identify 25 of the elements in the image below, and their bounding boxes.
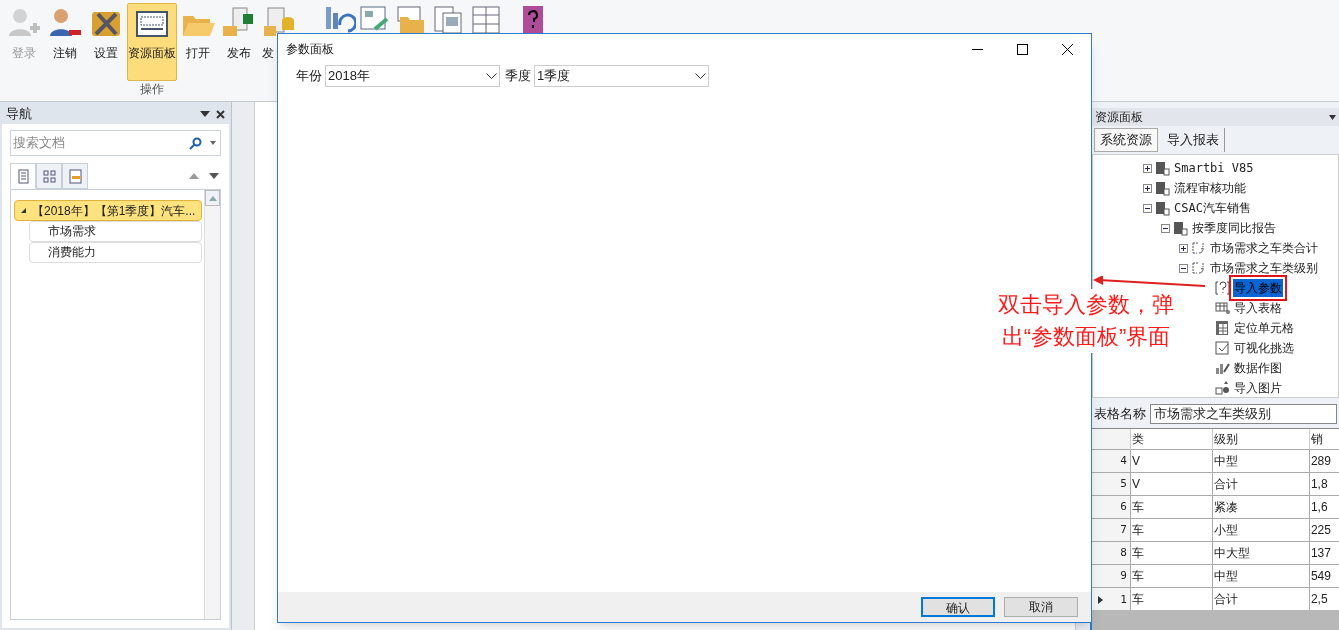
table-cell: 549 xyxy=(1309,564,1339,587)
table-cell: 225 xyxy=(1309,518,1339,541)
table-cell: 中型 xyxy=(1212,564,1310,587)
table-cell: V xyxy=(1130,472,1213,495)
field-label: 季度 xyxy=(504,67,532,86)
panel-title: 资源面板 xyxy=(1095,109,1143,126)
table-cell: 137 xyxy=(1309,541,1339,564)
table-cell: 车 xyxy=(1130,518,1213,541)
window-title: 参数面板 xyxy=(286,41,335,58)
group-label: 操作 xyxy=(140,82,164,96)
table-cell: 1,6 xyxy=(1309,495,1339,518)
field-label: 年份 xyxy=(295,67,323,86)
field-label: 表格名称 xyxy=(1094,405,1146,424)
table-cell: V xyxy=(1130,449,1213,472)
table-cell: 车 xyxy=(1130,495,1213,518)
panel-title: 导航 xyxy=(6,105,32,124)
table-cell: 小型 xyxy=(1212,518,1310,541)
table-cell: 中型 xyxy=(1212,449,1310,472)
table-cell: 紧凑 xyxy=(1212,495,1310,518)
table-cell: 1,8 xyxy=(1309,472,1339,495)
table-cell: 289 xyxy=(1309,449,1339,472)
table-cell: 中大型 xyxy=(1212,541,1310,564)
table-cell: 车 xyxy=(1130,541,1213,564)
table-cell: 合计 xyxy=(1212,472,1310,495)
table-cell: 车 xyxy=(1130,564,1213,587)
